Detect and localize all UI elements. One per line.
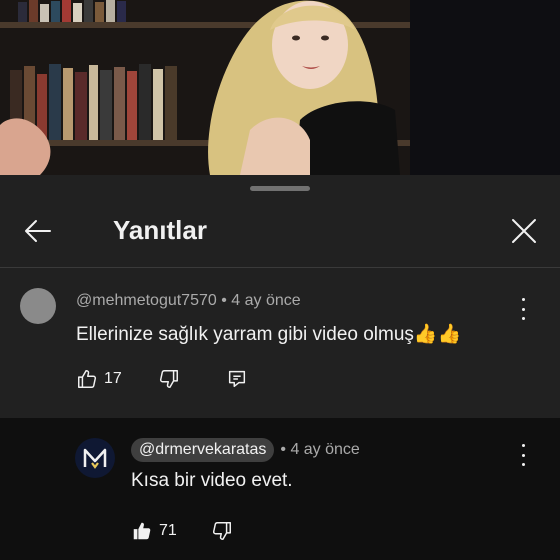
comment-item: @mehmetogut7570 • 4 ay önce Ellerinize s… xyxy=(0,268,560,418)
comment-author[interactable]: @mehmetogut7570 xyxy=(76,292,217,309)
avatar[interactable] xyxy=(20,288,56,324)
dislike-button[interactable] xyxy=(211,520,233,542)
comment-text: Ellerinize sağlık yarram gibi video olmu… xyxy=(76,324,462,345)
thumbs-down-icon xyxy=(212,522,231,540)
arrow-left-icon xyxy=(25,220,51,242)
thumbs-up-filled-icon xyxy=(133,522,151,540)
channel-logo-icon xyxy=(83,448,107,469)
replies-header: Yanıtlar xyxy=(0,195,560,268)
back-button[interactable] xyxy=(20,213,56,249)
reply-time: • 4 ay önce xyxy=(280,441,360,458)
video-player[interactable] xyxy=(0,0,560,175)
comment-actions: 17 xyxy=(76,368,248,390)
thumbs-down-icon xyxy=(159,370,178,388)
page-title: Yanıtlar xyxy=(113,215,207,245)
reply-text: Kısa bir video evet. xyxy=(131,470,293,491)
presenter-image xyxy=(208,0,400,175)
reply-comment-icon xyxy=(228,370,245,388)
reply-button[interactable] xyxy=(226,368,248,390)
hand-image xyxy=(0,118,51,175)
thumbs-up-icon xyxy=(78,370,97,388)
like-button[interactable]: 17 xyxy=(76,368,122,390)
books-top xyxy=(18,0,126,22)
reply-meta: @drmervekaratas • 4 ay önce xyxy=(131,438,360,462)
drag-handle[interactable] xyxy=(250,186,310,191)
like-count: 17 xyxy=(104,370,122,387)
close-icon xyxy=(512,219,536,243)
like-count: 71 xyxy=(159,522,177,539)
comment-time: • 4 ay önce xyxy=(221,292,301,309)
reply-author[interactable]: @drmervekaratas xyxy=(131,438,275,462)
reply-actions: 71 xyxy=(131,520,233,542)
dislike-button[interactable] xyxy=(158,368,180,390)
like-button[interactable]: 71 xyxy=(131,520,177,542)
close-button[interactable] xyxy=(506,213,542,249)
avatar[interactable] xyxy=(75,438,115,478)
comment-meta: @mehmetogut7570 • 4 ay önce xyxy=(76,292,301,310)
more-options-button[interactable] xyxy=(519,298,527,320)
window-background xyxy=(410,0,560,175)
reply-item: @drmervekaratas • 4 ay önce Kısa bir vid… xyxy=(0,418,560,560)
more-options-button[interactable] xyxy=(519,444,527,466)
